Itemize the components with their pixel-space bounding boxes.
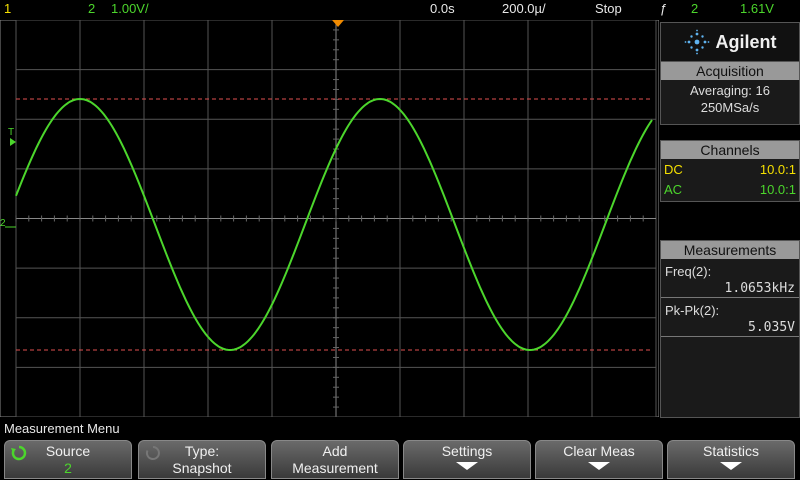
trigger-level: 1.61V	[740, 1, 774, 16]
channel-2-coupling: AC	[664, 182, 683, 197]
timebase: 200.0µ/	[502, 1, 546, 16]
agilent-spark-icon	[684, 29, 709, 55]
acquisition-box: Acquisition Averaging: 16 250MSa/s	[660, 61, 800, 125]
add-measurement-softkey[interactable]: Add Measurement	[271, 440, 399, 479]
brand-name: Agilent	[715, 31, 777, 52]
measurement-1-value: 1.0653kHz	[661, 280, 799, 298]
measurements-title: Measurements	[661, 241, 799, 259]
channel-1-indicator[interactable]: 1	[4, 1, 11, 16]
submenu-arrow-icon	[588, 462, 610, 470]
trigger-source: 2	[691, 1, 699, 16]
measurements-box: Measurements Freq(2): 1.0653kHz Pk-Pk(2)…	[660, 240, 800, 418]
measurement-2-label: Pk-Pk(2):	[665, 303, 720, 318]
settings-label: Settings	[441, 443, 493, 459]
trigger-edge-icon: ƒ	[660, 1, 668, 16]
clear-meas-label: Clear Meas	[563, 443, 635, 459]
entry-knob-icon	[145, 446, 160, 460]
channels-title: Channels	[661, 141, 799, 159]
statistics-label: Statistics	[702, 443, 759, 459]
run-state: Stop	[595, 1, 622, 16]
scope-display: T 2	[0, 20, 659, 417]
settings-softkey[interactable]: Settings	[403, 440, 531, 479]
channel-2-probe: 10.0:1	[759, 182, 796, 197]
status-bar: 1 2 1.00V/ 0.0s 200.0µ/ Stop ƒ 2 1.61V	[0, 0, 800, 19]
channel-2-indicator[interactable]: 2	[88, 1, 95, 16]
sample-rate: 250MSa/s	[700, 100, 760, 115]
trigger-level-marker: T	[8, 127, 14, 138]
clear-meas-softkey[interactable]: Clear Meas	[535, 440, 663, 479]
type-value: Snapshot	[172, 460, 232, 476]
source-softkey[interactable]: Source 2	[4, 440, 132, 479]
horizontal-delay: 0.0s	[430, 1, 455, 16]
channel-1-row: DC 10.0:1	[661, 161, 799, 181]
add-measurement-line2: Measurement	[292, 460, 378, 476]
acquisition-title: Acquisition	[661, 62, 799, 80]
acquisition-mode: Averaging: 16	[690, 83, 770, 98]
source-value: 2	[64, 460, 72, 476]
channels-box: Channels DC 10.0:1 AC 10.0:1	[660, 140, 800, 202]
channel-2-row: AC 10.0:1	[661, 181, 799, 201]
measurement-2-value: 5.035V	[661, 319, 799, 337]
channel-1-probe: 10.0:1	[759, 162, 796, 177]
softkey-bar: Source 2 Type: Snapshot Add Measurement …	[0, 440, 800, 480]
measurement-1-label: Freq(2):	[665, 264, 712, 279]
statistics-softkey[interactable]: Statistics	[667, 440, 795, 479]
add-measurement-line1: Add	[322, 443, 348, 459]
type-softkey[interactable]: Type: Snapshot	[138, 440, 266, 479]
brand-logo: Agilent	[660, 22, 800, 62]
vertical-scale: 1.00V/	[111, 1, 149, 16]
side-panel: Agilent Acquisition Averaging: 16 250MSa…	[660, 20, 800, 418]
submenu-arrow-icon	[456, 462, 478, 470]
menu-title: Measurement Menu	[4, 421, 120, 436]
entry-knob-icon	[11, 445, 27, 461]
submenu-arrow-icon	[720, 462, 742, 470]
channel-1-coupling: DC	[664, 162, 683, 177]
